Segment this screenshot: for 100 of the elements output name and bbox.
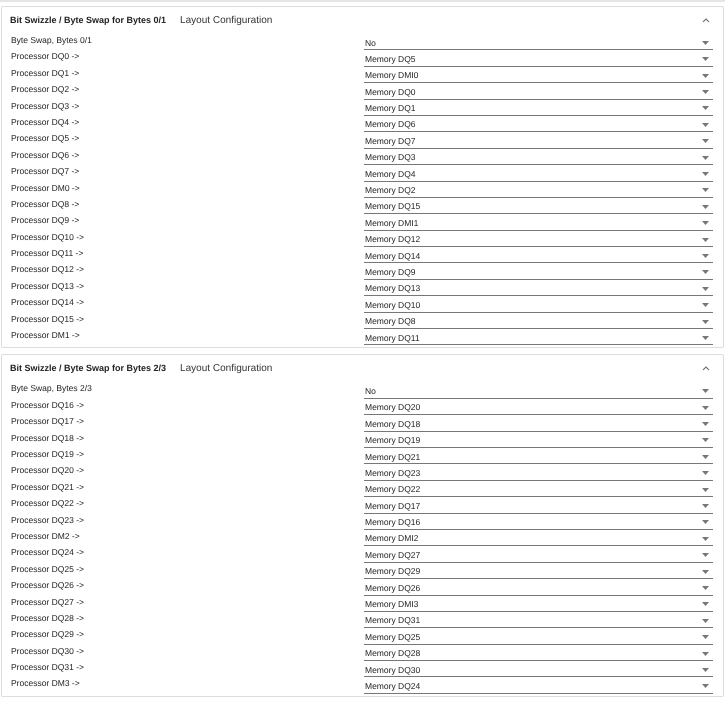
dropdown-field[interactable]: Memory DMI2	[364, 532, 713, 546]
field-label: Processor DQ13 ->	[10, 280, 85, 292]
caret-down-icon	[702, 602, 709, 606]
caret-down-icon	[702, 553, 709, 558]
caret-down-icon	[702, 90, 709, 94]
caret-down-icon	[702, 336, 709, 340]
field-label: Processor DQ5 ->	[10, 132, 80, 144]
caret-down-icon	[702, 586, 709, 590]
caret-down-icon	[702, 286, 709, 291]
dropdown-field[interactable]: Memory DQ16	[364, 516, 713, 530]
field-label: Processor DM1 ->	[10, 329, 81, 342]
field-label: Processor DQ26 ->	[10, 579, 85, 592]
caret-down-icon	[702, 668, 709, 672]
caret-down-icon	[702, 635, 709, 640]
caret-down-icon	[702, 471, 709, 476]
section-subtitle: Layout Configuration	[180, 362, 272, 376]
dropdown-field[interactable]: Memory DQ13	[364, 282, 713, 296]
dropdown-field[interactable]: Memory DQ7	[364, 134, 713, 149]
field-label: Processor DQ20 ->	[10, 464, 85, 476]
dropdown-field[interactable]: Memory DQ6	[364, 118, 713, 132]
dropdown-field[interactable]: Memory DQ2	[364, 184, 713, 198]
dropdown-field[interactable]: Memory DQ31	[364, 614, 713, 628]
field-label: Processor DQ11 ->	[10, 247, 84, 260]
dropdown-field[interactable]: Memory DMI1	[364, 216, 713, 231]
caret-down-icon	[702, 536, 709, 541]
field-label: Processor DM3 ->	[10, 677, 81, 690]
field-label: Processor DQ9 ->	[10, 214, 80, 226]
dropdown-field[interactable]: Memory DQ29	[364, 565, 713, 580]
dropdown-field[interactable]: Memory DQ20	[364, 401, 713, 416]
section-subtitle: Layout Configuration	[180, 14, 272, 28]
dropdown-field[interactable]: Memory DQ21	[364, 450, 713, 464]
dropdown-field[interactable]: Memory DQ23	[364, 466, 713, 481]
caret-down-icon	[702, 139, 709, 144]
caret-down-icon	[702, 172, 709, 176]
caret-down-icon	[702, 156, 709, 160]
dropdown-field[interactable]: Memory DQ1	[364, 102, 713, 116]
field-label: Processor DQ29 ->	[10, 628, 85, 640]
caret-down-icon	[702, 406, 709, 410]
dropdown-field[interactable]: No	[364, 36, 713, 50]
dropdown-field[interactable]: Memory DQ25	[364, 630, 713, 645]
field-label: Processor DQ31 ->	[10, 661, 85, 674]
caret-down-icon	[702, 438, 709, 442]
dropdown-field[interactable]: Memory DQ27	[364, 548, 713, 563]
dropdown-field[interactable]: Memory DQ11	[364, 331, 713, 346]
field-label: Processor DM0 ->	[10, 182, 81, 194]
field-label: Processor DQ21 ->	[10, 480, 85, 493]
dropdown-field[interactable]: Memory DMI3	[364, 598, 713, 612]
dropdown-field[interactable]: Memory DQ18	[364, 418, 713, 432]
caret-down-icon	[702, 122, 709, 127]
field-label: Processor DQ12 ->	[10, 263, 85, 276]
caret-down-icon	[702, 454, 709, 459]
caret-down-icon	[702, 320, 709, 324]
chevron-up-icon	[702, 366, 710, 372]
dropdown-field[interactable]: Memory DQ0	[364, 86, 713, 100]
section-title: Bit Swizzle / Byte Swap for Bytes 0/1	[10, 14, 166, 27]
dropdown-field[interactable]: Memory DQ5	[364, 52, 713, 67]
field-label: Processor DQ25 ->	[10, 562, 85, 575]
field-label: Processor DQ10 ->	[10, 230, 85, 243]
caret-down-icon	[702, 254, 709, 258]
dropdown-field[interactable]: Memory DQ19	[364, 434, 713, 448]
dropdown-field[interactable]: Memory DQ26	[364, 582, 713, 596]
field-label: Processor DQ1 ->	[10, 66, 80, 79]
field-label: Processor DQ2 ->	[10, 83, 80, 96]
dropdown-field[interactable]: Memory DQ15	[364, 200, 713, 214]
dropdown-field[interactable]: Memory DQ22	[364, 483, 713, 498]
caret-down-icon	[702, 106, 709, 110]
dropdown-field[interactable]: Memory DQ30	[364, 663, 713, 678]
field-label: Processor DQ22 ->	[10, 497, 85, 510]
dropdown-field[interactable]: Memory DQ12	[364, 233, 713, 248]
field-label: Processor DQ15 ->	[10, 312, 85, 325]
field-label: Processor DQ7 ->	[10, 165, 80, 178]
field-label: Processor DQ24 ->	[10, 546, 85, 558]
dropdown-field[interactable]: Memory DQ28	[364, 647, 713, 662]
field-label: Processor DQ6 ->	[10, 148, 80, 161]
caret-down-icon	[702, 504, 709, 508]
caret-down-icon	[702, 684, 709, 688]
caret-down-icon	[702, 389, 709, 394]
caret-down-icon	[702, 422, 709, 426]
dropdown-field[interactable]: Memory DQ10	[364, 298, 713, 313]
dropdown-field[interactable]: No	[364, 384, 713, 399]
dropdown-field[interactable]: Memory DQ8	[364, 315, 713, 330]
chevron-up-icon	[702, 18, 710, 23]
caret-down-icon	[702, 303, 709, 308]
dropdown-field[interactable]: Memory DQ17	[364, 500, 713, 514]
caret-down-icon	[702, 238, 709, 242]
field-label: Processor DQ28 ->	[10, 612, 85, 624]
caret-down-icon	[702, 570, 709, 574]
field-label: Processor DQ23 ->	[10, 514, 85, 526]
dropdown-field[interactable]: Memory DQ24	[364, 680, 713, 694]
field-label: Processor DQ16 ->	[10, 398, 85, 411]
caret-down-icon	[702, 188, 709, 192]
dropdown-field[interactable]: Memory DQ14	[364, 249, 713, 264]
dropdown-field[interactable]: Memory DQ4	[364, 168, 713, 182]
dropdown-field[interactable]: Memory DMI0	[364, 69, 713, 84]
field-label: Processor DQ0 ->	[10, 50, 80, 62]
dropdown-field[interactable]: Memory DQ3	[364, 151, 713, 166]
field-label: Byte Swap, Bytes 2/3	[10, 382, 93, 394]
dropdown-field[interactable]: Memory DQ9	[364, 266, 713, 280]
caret-down-icon	[702, 74, 709, 78]
caret-down-icon	[702, 57, 709, 62]
